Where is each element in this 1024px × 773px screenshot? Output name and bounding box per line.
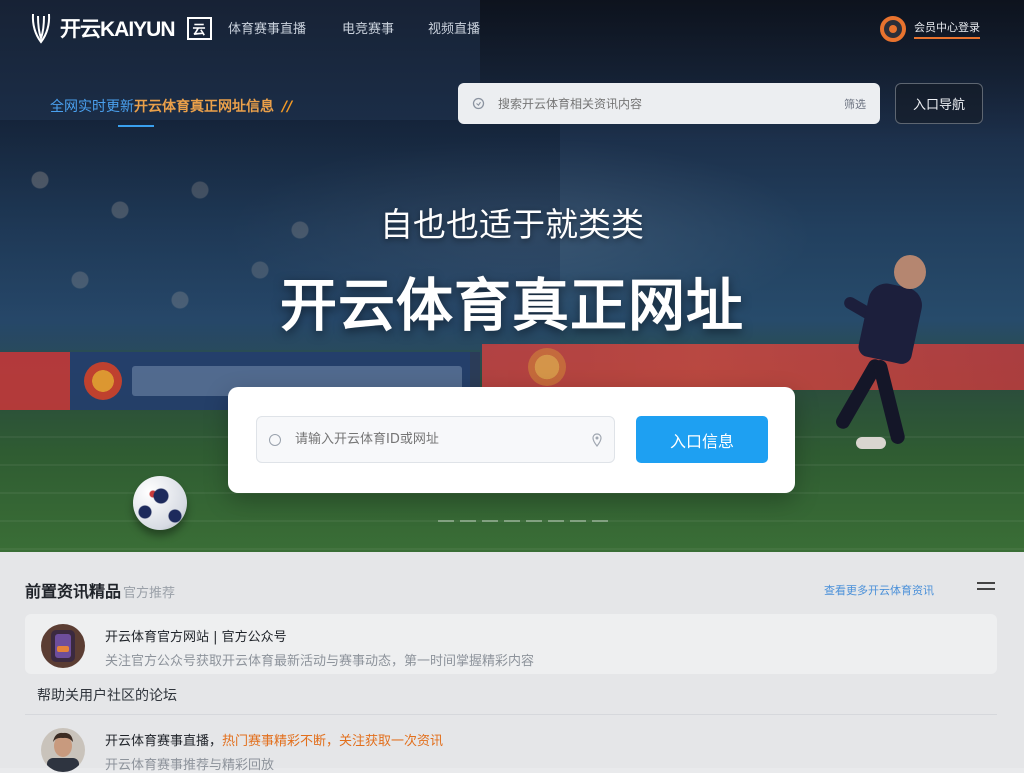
nav-link-live[interactable]: 体育赛事直播 [228, 18, 306, 37]
item-description: 开云体育赛事推荐与精彩回放 [105, 758, 275, 773]
carousel-indicators [438, 520, 608, 522]
logo-text: 开云KAIYUN [60, 18, 176, 41]
user-menu[interactable]: 会员中心登录 [880, 16, 980, 42]
panel-title: 前置资讯精品 官方推荐 [25, 578, 175, 602]
view-more-link[interactable]: 查看更多开云体育资讯 [824, 582, 934, 598]
promo-headline[interactable]: 全网实时更新开云体育真正网址信息 // [50, 96, 292, 116]
search-card: 入口信息 [228, 387, 795, 493]
user-name: 会员中心登录 [914, 19, 980, 39]
radio-circle-icon [269, 433, 281, 446]
promo-main: 开云体育真正网址信息 [134, 99, 274, 115]
hero-banner: 开云KAIYUN 云 体育赛事直播 电竞赛事 视频直播 会员中心登录 全网实时更… [0, 0, 1024, 552]
list-item[interactable]: 开云体育官方网站 | 官方公众号 关注官方公众号获取开云体育最新活动与赛事动态，… [25, 614, 997, 674]
promo-underline [118, 125, 154, 127]
top-search-bar[interactable]: 筛选 [458, 83, 880, 124]
filter-label[interactable]: 筛选 [844, 96, 866, 112]
item-title: 开云体育赛事直播，热门赛事精彩不断，关注获取一次资讯 [105, 730, 443, 749]
carousel-dot[interactable] [526, 520, 542, 522]
menu-icon[interactable] [977, 582, 995, 594]
item-title-tail: 关注获取一次资讯 [339, 734, 444, 749]
avatar [41, 624, 85, 668]
panel-title-text: 前置资讯精品 [25, 582, 122, 601]
list-item[interactable]: 开云体育赛事直播，热门赛事精彩不断，关注获取一次资讯 开云体育赛事推荐与精彩回放 [25, 718, 997, 773]
search-submit-button[interactable]: 入口信息 [636, 416, 768, 463]
search-input[interactable] [293, 431, 592, 448]
nav-link-video[interactable]: 视频直播 [428, 18, 480, 37]
football-ball [133, 476, 187, 530]
carousel-dot[interactable] [548, 520, 564, 522]
search-field[interactable] [256, 416, 615, 463]
search-icon [472, 97, 486, 111]
carousel-dot[interactable] [592, 520, 608, 522]
avatar [41, 728, 85, 772]
carousel-dot[interactable] [438, 520, 454, 522]
advertising-board-right [482, 344, 1024, 390]
entry-nav-button[interactable]: 入口导航 [895, 83, 983, 124]
hero-title: 开云体育真正网址 [280, 273, 744, 339]
community-note[interactable]: 帮助关用户社区的论坛 [37, 685, 177, 705]
logo-badge: 云 [186, 16, 212, 40]
promo-mark: // [282, 99, 293, 115]
divider [25, 714, 997, 715]
carousel-dot[interactable] [570, 520, 586, 522]
panel-title-sub: 官方推荐 [123, 586, 176, 601]
item-title-highlight: 热门赛事精彩不断， [222, 734, 340, 749]
top-search-input[interactable] [496, 95, 844, 112]
nav-link-esports[interactable]: 电竞赛事 [342, 18, 394, 37]
item-title-text: 开云体育赛事直播， [105, 734, 223, 749]
hero-subtitle: 自也也适于就类类 [380, 205, 644, 244]
logo-icon [31, 13, 51, 44]
user-avatar-icon [880, 16, 906, 42]
promo-lead: 全网实时更新 [50, 99, 134, 115]
site-logo[interactable]: 开云KAIYUN 云 [30, 12, 212, 44]
carousel-dot[interactable] [482, 520, 498, 522]
sponsor-logo [528, 348, 566, 386]
sponsor-logo [84, 362, 122, 400]
news-panel: 前置资讯精品 官方推荐 查看更多开云体育资讯 开云体育官方网站 | 官方公众号 关… [0, 552, 1024, 773]
carousel-dot[interactable] [460, 520, 476, 522]
item-title: 开云体育官方网站 | 官方公众号 [105, 630, 287, 645]
carousel-dot[interactable] [504, 520, 520, 522]
location-pin-icon[interactable] [592, 432, 602, 447]
item-description: 关注官方公众号获取开云体育最新活动与赛事动态，第一时间掌握精彩内容 [105, 654, 535, 669]
